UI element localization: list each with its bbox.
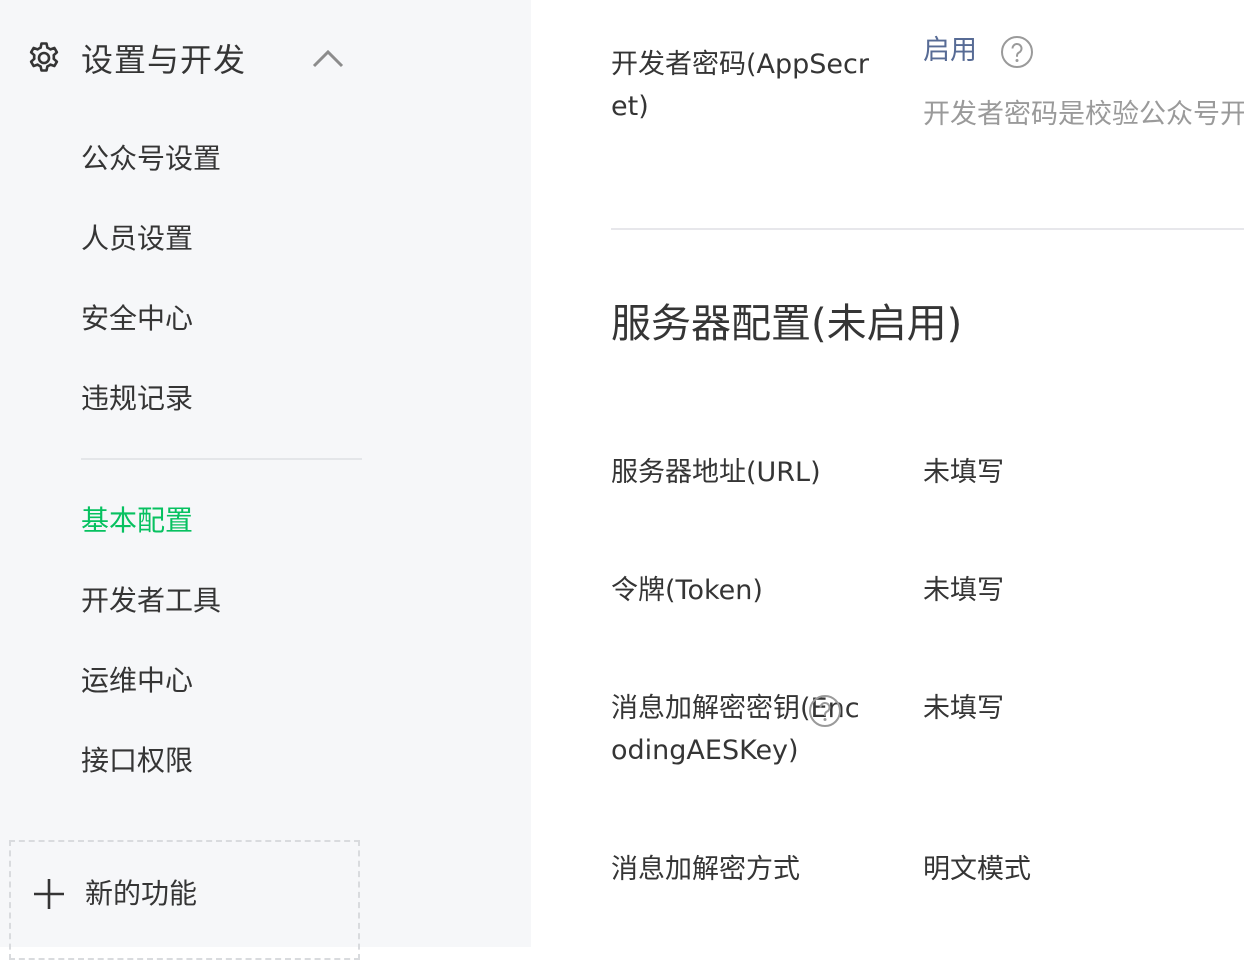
sidebar-item-basic-config[interactable]: 基本配置 bbox=[81, 495, 381, 547]
appsecret-value: 启用 bbox=[923, 30, 1034, 72]
appsecret-label: 开发者密码(AppSecret) bbox=[611, 49, 869, 122]
server-config-title: 服务器配置(未启用) bbox=[611, 301, 963, 347]
encryption-mode-label: 消息加解密方式 bbox=[611, 854, 800, 885]
help-icon[interactable] bbox=[1000, 35, 1034, 69]
section-divider bbox=[611, 228, 1244, 230]
sidebar-item-api-permissions[interactable]: 接口权限 bbox=[81, 735, 381, 787]
sidebar: 设置与开发 公众号设置 人员设置 安全中心 违规记录 基本配置 开发者工具 运维… bbox=[0, 0, 531, 960]
plus-icon bbox=[31, 876, 67, 912]
appsecret-description: 开发者密码是校验公众号开 bbox=[923, 99, 1244, 130]
sidebar-item-account-settings[interactable]: 公众号设置 bbox=[81, 133, 381, 185]
sidebar-item-security-center[interactable]: 安全中心 bbox=[81, 293, 381, 345]
settings-group-title: 设置与开发 bbox=[81, 41, 247, 79]
token-label: 令牌(Token) bbox=[611, 575, 763, 606]
settings-group-header[interactable]: 设置与开发 bbox=[26, 30, 356, 86]
server-url-value: 未填写 bbox=[923, 457, 1004, 488]
sidebar-item-staff-settings[interactable]: 人员设置 bbox=[81, 213, 381, 265]
aeskey-value: 未填写 bbox=[923, 693, 1004, 724]
sidebar-item-developer-tools[interactable]: 开发者工具 bbox=[81, 575, 381, 627]
sidebar-divider bbox=[81, 458, 362, 460]
sidebar-item-violation-records[interactable]: 违规记录 bbox=[81, 373, 381, 425]
new-feature-button[interactable]: 新的功能 bbox=[9, 840, 360, 960]
appsecret-enable-link[interactable]: 启用 bbox=[923, 35, 977, 66]
new-feature-label: 新的功能 bbox=[85, 877, 198, 910]
chevron-up-icon[interactable] bbox=[312, 44, 344, 72]
encryption-mode-value: 明文模式 bbox=[923, 854, 1031, 885]
token-value: 未填写 bbox=[923, 575, 1004, 606]
server-url-label: 服务器地址(URL) bbox=[611, 457, 821, 488]
main-content: 开发者密码(AppSecret) 启用 开发者密码是校验公众号开 服务器配置(未… bbox=[531, 0, 1244, 947]
sidebar-item-ops-center[interactable]: 运维中心 bbox=[81, 655, 381, 707]
gear-icon bbox=[26, 40, 62, 76]
aeskey-help-icon[interactable] bbox=[808, 694, 842, 728]
